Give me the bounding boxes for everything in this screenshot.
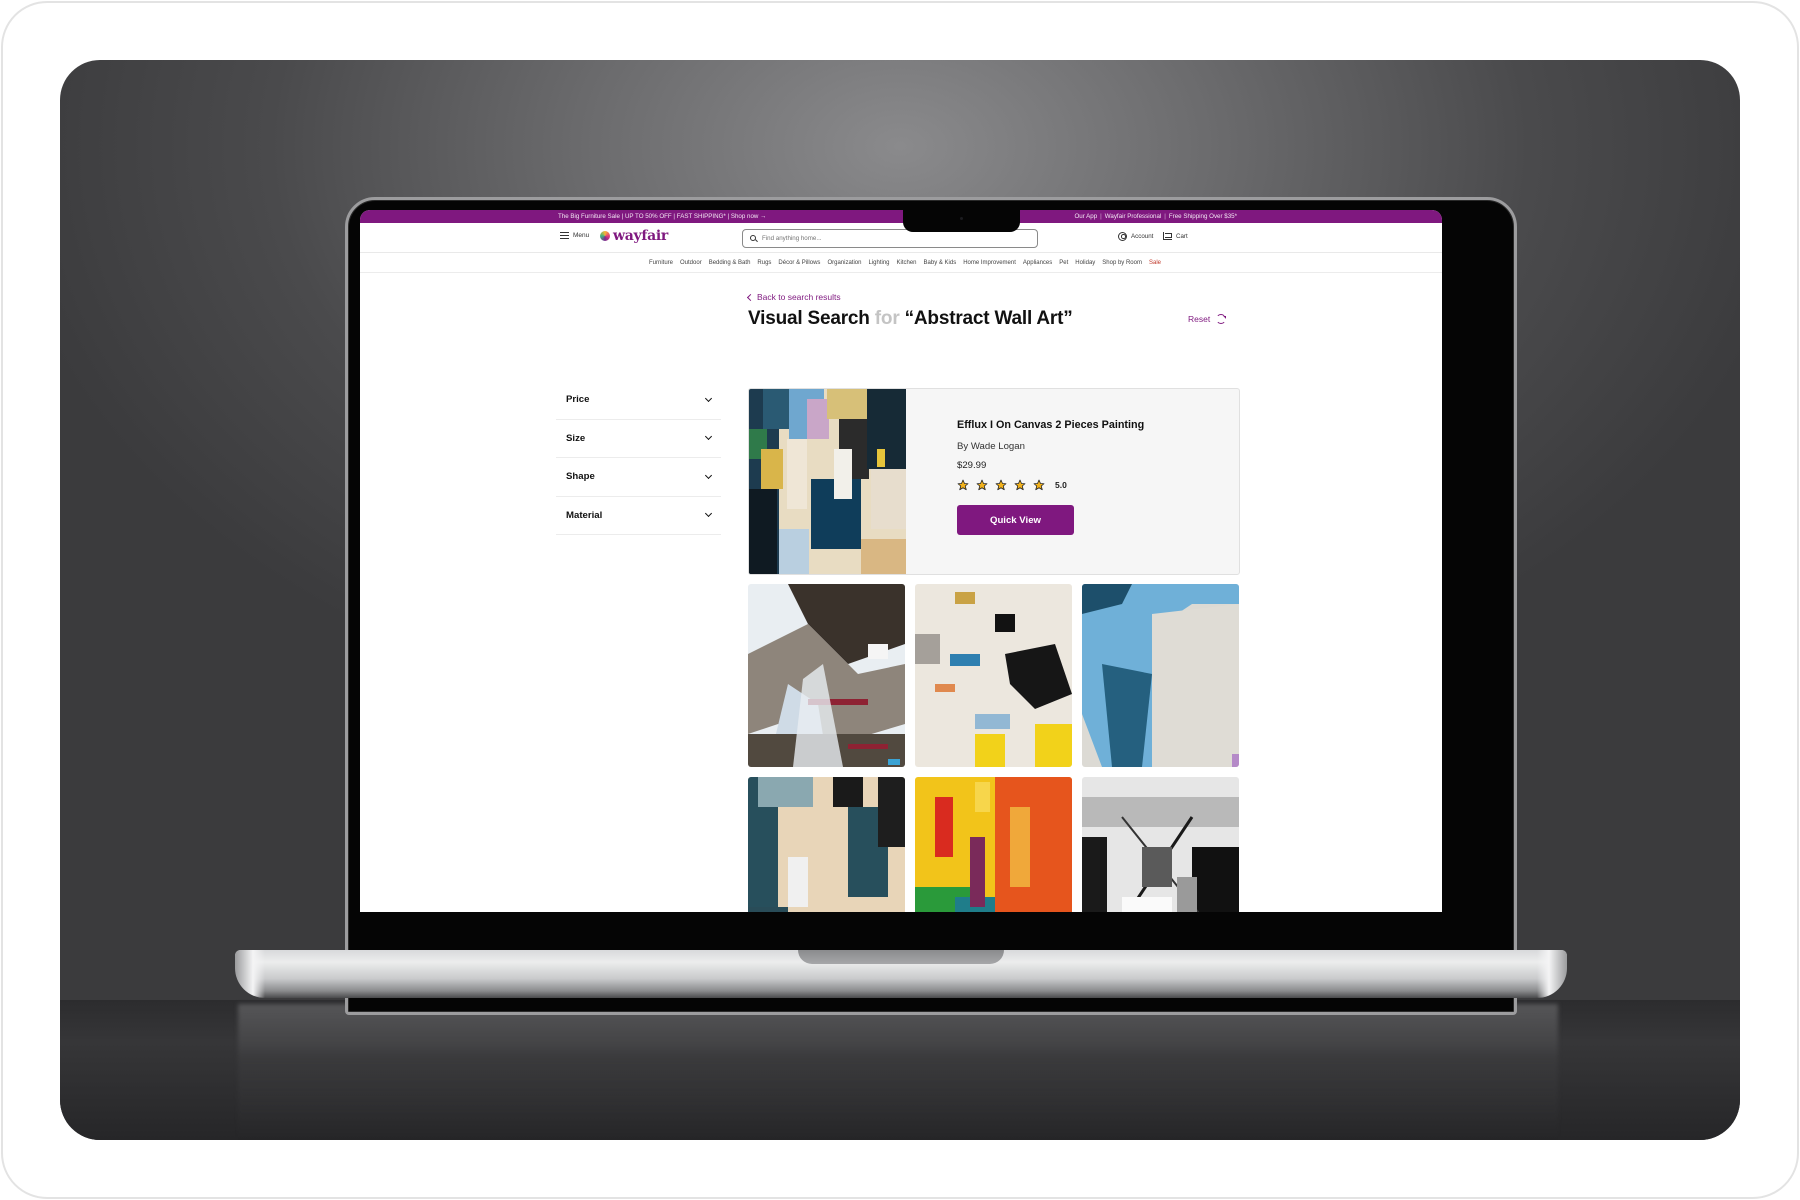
category-nav-item-appliances[interactable]: Appliances bbox=[1023, 254, 1052, 272]
star-icon bbox=[976, 479, 988, 491]
account-icon bbox=[1118, 232, 1127, 241]
back-link-label: Back to search results bbox=[757, 292, 841, 302]
quick-view-button[interactable]: Quick View bbox=[957, 505, 1074, 535]
search-input[interactable] bbox=[762, 235, 1012, 242]
promo-sale-link[interactable]: The Big Furniture Sale | UP TO 50% OFF |… bbox=[558, 210, 766, 223]
hamburger-icon bbox=[560, 232, 569, 239]
rating-score: 5.0 bbox=[1055, 480, 1067, 490]
chevron-left-icon bbox=[746, 293, 755, 301]
camera-notch bbox=[903, 210, 1020, 232]
filter-material[interactable]: Material bbox=[556, 497, 721, 535]
filter-size[interactable]: Size bbox=[556, 420, 721, 458]
title-query: “Abstract Wall Art” bbox=[904, 308, 1073, 329]
result-tile-abstract-collage-brown-grey[interactable] bbox=[748, 584, 905, 767]
logo-mark-icon bbox=[600, 231, 610, 241]
category-nav-item-sale[interactable]: Sale bbox=[1149, 254, 1161, 272]
our-app-link[interactable]: Our App bbox=[1074, 213, 1097, 220]
free-shipping-link[interactable]: Free Shipping Over $35* bbox=[1169, 213, 1237, 220]
filter-label: Shape bbox=[566, 471, 595, 483]
separator: | bbox=[1164, 213, 1166, 220]
category-nav-item-furniture[interactable]: Furniture bbox=[649, 254, 673, 272]
chevron-down-icon bbox=[704, 433, 713, 441]
laptop-reflection bbox=[238, 1004, 1558, 1140]
chevron-down-icon bbox=[704, 394, 713, 402]
cart-button[interactable]: Cart bbox=[1163, 232, 1188, 240]
category-nav-item-bedding-bath[interactable]: Bedding & Bath bbox=[709, 254, 751, 272]
product-brand[interactable]: By Wade Logan bbox=[957, 441, 1144, 452]
star-icon bbox=[995, 479, 1007, 491]
logo-text: wayfair bbox=[613, 228, 668, 244]
star-icon bbox=[1033, 479, 1045, 491]
filter-price[interactable]: Price bbox=[556, 381, 721, 420]
category-nav-item-baby-kids[interactable]: Baby & Kids bbox=[924, 254, 957, 272]
product-title[interactable]: Efflux I On Canvas 2 Pieces Painting bbox=[957, 419, 1144, 431]
laptop-screen: The Big Furniture Sale | UP TO 50% OFF |… bbox=[360, 210, 1442, 912]
refresh-icon bbox=[1216, 314, 1227, 324]
account-label: Account bbox=[1131, 233, 1154, 240]
category-nav-item-home-improvement[interactable]: Home Improvement bbox=[963, 254, 1016, 272]
featured-product-image[interactable] bbox=[749, 389, 906, 574]
laptop-base-edge bbox=[235, 950, 265, 998]
menu-label: Menu bbox=[573, 232, 590, 239]
title-main: Visual Search bbox=[748, 308, 870, 329]
result-tile-abstract-teal-beige[interactable] bbox=[748, 777, 905, 912]
chevron-down-icon bbox=[704, 510, 713, 518]
promo-right-links: Our App | Wayfair Professional | Free Shippi… bbox=[1074, 210, 1237, 223]
chevron-down-icon bbox=[704, 471, 713, 479]
category-nav-item-d-cor-pillows[interactable]: Décor & Pillows bbox=[778, 254, 820, 272]
category-nav-item-pet[interactable]: Pet bbox=[1059, 254, 1068, 272]
laptop-base-edge bbox=[1537, 950, 1567, 998]
page-title: Visual Search for “Abstract Wall Art” bbox=[748, 308, 1073, 330]
search-icon bbox=[750, 235, 757, 242]
promo-bar: The Big Furniture Sale | UP TO 50% OFF |… bbox=[360, 210, 1442, 223]
category-nav-item-kitchen[interactable]: Kitchen bbox=[897, 254, 917, 272]
menu-button[interactable]: Menu bbox=[560, 232, 589, 239]
product-price: $29.99 bbox=[957, 460, 987, 471]
product-rating: 5.0 bbox=[957, 479, 1144, 491]
filter-label: Material bbox=[566, 509, 603, 521]
title-connector: for bbox=[874, 308, 900, 329]
cart-icon bbox=[1163, 232, 1172, 240]
laptop-opening-notch bbox=[798, 950, 1004, 964]
category-nav-item-outdoor[interactable]: Outdoor bbox=[680, 254, 702, 272]
category-nav-item-rugs[interactable]: Rugs bbox=[757, 254, 771, 272]
filter-sidebar: Price Size Shape Material bbox=[556, 381, 721, 535]
category-nav-item-shop-by-room[interactable]: Shop by Room bbox=[1102, 254, 1142, 272]
back-to-search-results-link[interactable]: Back to search results bbox=[746, 292, 841, 302]
wayfair-logo[interactable]: wayfair bbox=[600, 228, 668, 244]
result-tile-abstract-collage-white-yellow[interactable] bbox=[915, 584, 1072, 767]
camera-icon bbox=[960, 217, 963, 220]
result-tile-abstract-blue-white[interactable] bbox=[1082, 584, 1239, 767]
category-nav-item-holiday[interactable]: Holiday bbox=[1075, 254, 1095, 272]
site-header: Menu wayfair Account Cart bbox=[360, 223, 1442, 253]
category-nav-item-lighting[interactable]: Lighting bbox=[868, 254, 889, 272]
star-icon bbox=[957, 479, 969, 491]
filter-shape[interactable]: Shape bbox=[556, 458, 721, 497]
account-button[interactable]: Account bbox=[1118, 232, 1153, 241]
wayfair-professional-link[interactable]: Wayfair Professional bbox=[1105, 213, 1162, 220]
filter-label: Size bbox=[566, 432, 586, 444]
separator: | bbox=[1100, 213, 1102, 220]
filter-label: Price bbox=[566, 394, 590, 406]
featured-product-card[interactable]: Efflux I On Canvas 2 Pieces Painting By … bbox=[748, 388, 1240, 575]
result-tile-abstract-black-white[interactable] bbox=[1082, 777, 1239, 912]
featured-product-info: Efflux I On Canvas 2 Pieces Painting By … bbox=[957, 419, 1144, 535]
photo-backdrop: The Big Furniture Sale | UP TO 50% OFF |… bbox=[60, 60, 1740, 1140]
category-nav: Furniture Outdoor Bedding & Bath Rugs Décor … bbox=[360, 254, 1442, 273]
cart-label: Cart bbox=[1176, 232, 1188, 240]
result-tile-abstract-yellow-red[interactable] bbox=[915, 777, 1072, 912]
reset-button[interactable]: Reset bbox=[1188, 314, 1227, 324]
star-icon bbox=[1014, 479, 1026, 491]
category-nav-item-organization[interactable]: Organization bbox=[827, 254, 861, 272]
reset-label: Reset bbox=[1188, 314, 1211, 324]
